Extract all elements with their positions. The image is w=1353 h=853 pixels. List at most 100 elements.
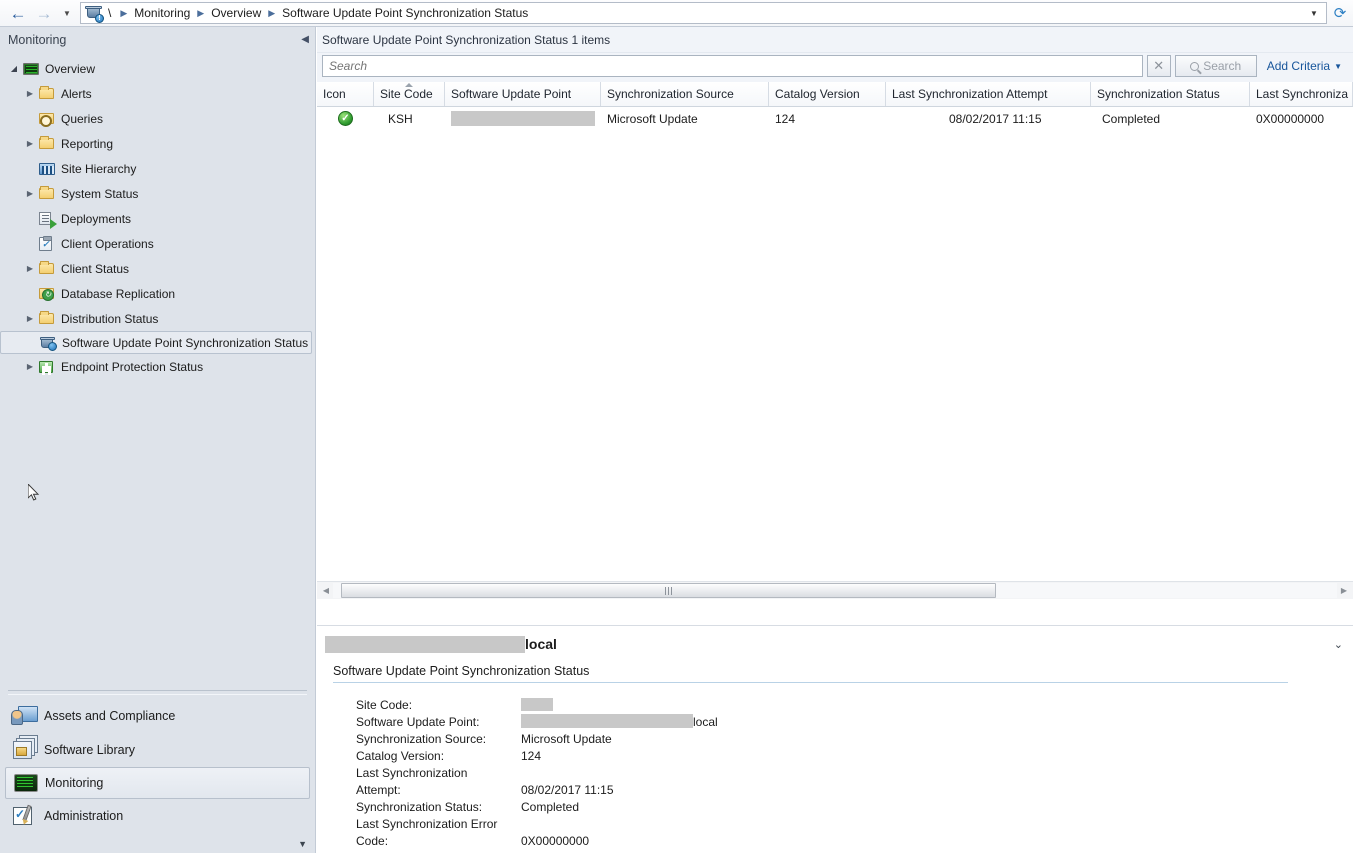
field-value-suffix: local xyxy=(693,715,718,729)
sidebar-item-overview[interactable]: ◢ Overview xyxy=(0,56,315,81)
sidebar-item-reporting[interactable]: ▶ Reporting xyxy=(0,131,315,156)
navigation-tree: ◢ Overview ▶ Alerts Queries ▶ Reporting xyxy=(0,53,315,379)
forward-arrow-icon[interactable]: → xyxy=(32,2,56,24)
column-header-catalog-version[interactable]: Catalog Version xyxy=(769,82,886,106)
sidebar-item-client-status[interactable]: ▶ Client Status xyxy=(0,256,315,281)
field-label-last-synchronization-error: Last Synchronization Error xyxy=(356,817,498,831)
sidebar-item-client-operations[interactable]: Client Operations xyxy=(0,231,315,256)
expander-closed-icon[interactable]: ▶ xyxy=(22,314,38,323)
horizontal-scrollbar[interactable]: ◀ ▶ xyxy=(317,581,1353,599)
breadcrumb-separator-icon[interactable]: ▶ xyxy=(192,8,209,19)
add-criteria-button[interactable]: Add Criteria ▼ xyxy=(1261,55,1348,77)
expander-closed-icon[interactable]: ▶ xyxy=(22,362,38,371)
sidebar-item-distribution-status[interactable]: ▶ Distribution Status xyxy=(0,306,315,331)
monitor-icon xyxy=(22,61,42,77)
column-header-site-code[interactable]: Site Code xyxy=(374,82,445,106)
sidebar-item-deployments[interactable]: Deployments xyxy=(0,206,315,231)
workspace-label: Software Library xyxy=(44,743,136,757)
field-value-synchronization-status: Completed xyxy=(521,800,580,814)
more-workspaces-icon[interactable]: ▼ xyxy=(298,839,307,849)
sidebar-item-label: Software Update Point Synchronization St… xyxy=(62,335,309,350)
column-header-last-synchronization-error-code[interactable]: Last Synchroniza xyxy=(1250,82,1353,106)
sidebar-item-site-hierarchy[interactable]: Site Hierarchy xyxy=(0,156,315,181)
folder-icon xyxy=(38,310,58,327)
sidebar-item-endpoint-protection-status[interactable]: ▶ Endpoint Protection Status xyxy=(0,354,315,379)
search-bar: ✕ Search Add Criteria ▼ xyxy=(317,53,1353,82)
workspace-splitter[interactable] xyxy=(8,690,307,699)
breadcrumb-separator-icon[interactable]: ▶ xyxy=(115,8,132,19)
add-criteria-label: Add Criteria xyxy=(1266,59,1331,73)
monitoring-icon xyxy=(11,771,41,795)
horizontal-scroll-thumb[interactable] xyxy=(341,583,996,598)
sidebar-item-system-status[interactable]: ▶ System Status xyxy=(0,181,315,206)
chevron-down-icon: ▼ xyxy=(1334,61,1342,71)
scroll-right-icon[interactable]: ▶ xyxy=(1337,586,1351,595)
workspace-administration[interactable]: Administration xyxy=(0,799,315,833)
results-table: Icon Site Code Software Update Point Syn… xyxy=(317,82,1353,581)
breadcrumb-item-monitoring[interactable]: Monitoring xyxy=(134,6,190,20)
detail-title-suffix: local xyxy=(525,636,557,652)
field-value-site-code xyxy=(521,697,1353,714)
table-row[interactable]: ✓ KSH Microsoft Update 124 08/02/2017 11… xyxy=(317,107,1353,130)
expander-closed-icon[interactable]: ▶ xyxy=(22,89,38,98)
column-header-synchronization-status[interactable]: Synchronization Status xyxy=(1091,82,1250,106)
software-library-icon xyxy=(10,738,40,762)
workspace-assets-and-compliance[interactable]: Assets and Compliance xyxy=(0,699,315,733)
cell-last-synchronization-attempt: 08/02/2017 11:15 xyxy=(949,111,1042,126)
sidebar-item-queries[interactable]: Queries xyxy=(0,106,315,131)
folder-icon xyxy=(38,135,58,152)
collapse-left-icon[interactable]: ◀ xyxy=(301,35,309,45)
breadcrumb-root[interactable]: \ xyxy=(107,6,113,20)
sidebar-item-label: System Status xyxy=(61,186,139,201)
workspace-monitoring[interactable]: Monitoring xyxy=(5,767,310,799)
navigation-pane: Monitoring ◀ ◢ Overview ▶ Alerts Queries xyxy=(0,27,316,853)
breadcrumb-item-overview[interactable]: Overview xyxy=(211,6,261,20)
breadcrumb-separator-icon[interactable]: ▶ xyxy=(263,8,280,19)
expander-closed-icon[interactable]: ▶ xyxy=(22,189,38,198)
chevron-down-icon[interactable]: ⌄ xyxy=(1334,638,1343,651)
breadcrumb-item-current[interactable]: Software Update Point Synchronization St… xyxy=(282,6,528,20)
field-value-catalog-version: 124 xyxy=(521,749,542,763)
sidebar-item-database-replication[interactable]: Database Replication xyxy=(0,281,315,306)
list-header-label: Software Update Point Synchronization St… xyxy=(322,32,611,47)
column-header-software-update-point[interactable]: Software Update Point xyxy=(445,82,601,106)
workspace-label: Assets and Compliance xyxy=(44,709,176,723)
expander-closed-icon[interactable]: ▶ xyxy=(22,264,38,273)
sidebar-item-alerts[interactable]: ▶ Alerts xyxy=(0,81,315,106)
history-dropdown-icon[interactable]: ▼ xyxy=(58,2,76,24)
field-label-software-update-point: Software Update Point: xyxy=(356,715,480,729)
field-label-catalog-version: Catalog Version: xyxy=(356,749,445,763)
field-label-site-code: Site Code: xyxy=(356,698,413,712)
column-header-last-synchronization-attempt[interactable]: Last Synchronization Attempt xyxy=(886,82,1091,106)
search-input-wrapper[interactable] xyxy=(322,55,1143,77)
horizontal-scroll-track[interactable] xyxy=(333,583,1337,598)
expander-closed-icon[interactable]: ▶ xyxy=(22,139,38,148)
refresh-icon[interactable]: ⟳ xyxy=(1327,1,1353,26)
back-arrow-icon[interactable]: ← xyxy=(6,2,30,24)
column-header-icon[interactable]: Icon xyxy=(317,82,374,106)
sidebar-item-software-update-point-synchronization-status[interactable]: Software Update Point Synchronization St… xyxy=(0,331,312,354)
sidebar-item-label: Queries xyxy=(61,111,104,126)
field-value-synchronization-source: Microsoft Update xyxy=(521,732,612,746)
workspace-software-library[interactable]: Software Library xyxy=(0,733,315,767)
address-dropdown-icon[interactable]: ▼ xyxy=(1306,9,1322,18)
redacted-value xyxy=(521,714,693,728)
breadcrumb[interactable]: ! \ ▶ Monitoring ▶ Overview ▶ Software U… xyxy=(80,2,1327,24)
expander-open-icon[interactable]: ◢ xyxy=(6,64,22,73)
clear-search-icon[interactable]: ✕ xyxy=(1146,55,1171,77)
sidebar-item-label: Overview xyxy=(45,61,96,76)
detail-field-list: Site Code: Software Update Point: local … xyxy=(333,697,1353,850)
field-value-code: 0X00000000 xyxy=(521,834,590,848)
mouse-cursor xyxy=(28,484,40,502)
column-header-synchronization-source[interactable]: Synchronization Source xyxy=(601,82,769,106)
navigation-pane-header: Monitoring ◀ xyxy=(0,27,315,53)
sidebar-item-label: Reporting xyxy=(61,136,114,151)
field-label-code: Code: xyxy=(356,834,389,848)
sidebar-item-label: Alerts xyxy=(61,86,92,101)
search-button[interactable]: Search xyxy=(1174,55,1257,77)
workspace-label: Administration xyxy=(44,809,124,823)
search-input[interactable] xyxy=(329,59,1136,73)
assets-compliance-icon xyxy=(10,704,40,728)
scroll-left-icon[interactable]: ◀ xyxy=(319,586,333,595)
detail-section-header: Software Update Point Synchronization St… xyxy=(333,662,1288,683)
